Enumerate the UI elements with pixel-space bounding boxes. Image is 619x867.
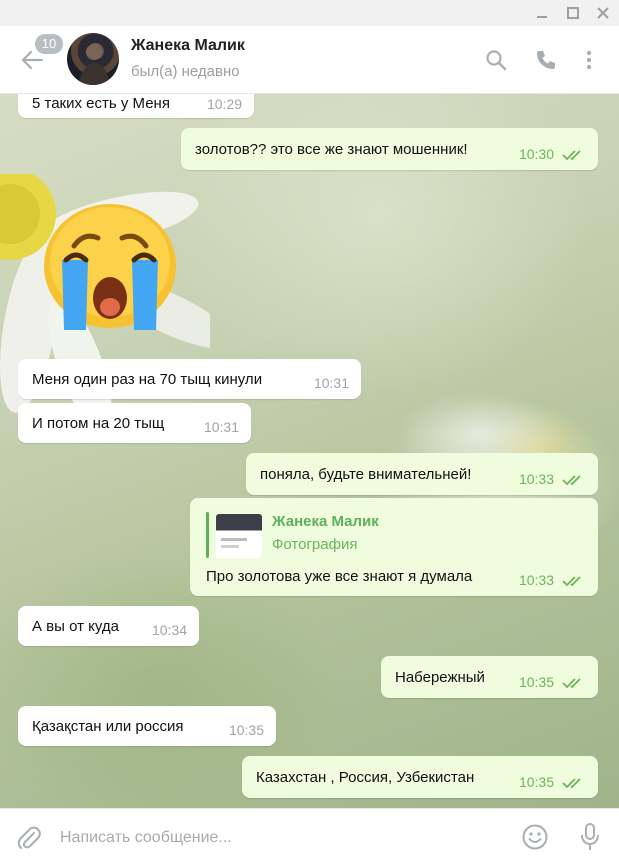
message-input[interactable]	[58, 819, 502, 857]
reply-author-name: Жанека Малик	[272, 513, 379, 530]
message-incoming[interactable]: 5 таких есть у Меня 10:29	[18, 94, 254, 118]
message-time: 10:29	[206, 96, 242, 112]
message-outgoing-reply[interactable]: Жанека Малик Фотография Про золотова уже…	[190, 498, 598, 596]
message-time: 10:35	[228, 722, 264, 738]
maximize-icon[interactable]	[562, 3, 584, 23]
double-check-read-icon	[562, 150, 581, 161]
message-incoming[interactable]: А вы от куда 10:34	[18, 606, 199, 646]
message-text: Про золотова уже все знают я думала	[206, 568, 473, 585]
window-title-bar	[0, 0, 619, 27]
chat-header: 10 Жанека Малик был(а) недавно	[0, 26, 619, 94]
reply-subtitle: Фотография	[272, 536, 358, 553]
attach-icon[interactable]	[16, 825, 42, 851]
close-icon[interactable]	[592, 3, 614, 23]
contact-status: был(а) недавно	[131, 63, 240, 80]
message-outgoing[interactable]: поняла, будьте внимательней! 10:33	[246, 453, 598, 495]
contact-name[interactable]: Жанека Малик	[131, 37, 245, 55]
double-check-read-icon	[562, 678, 581, 689]
message-text: Қазақстан или россия	[32, 717, 184, 735]
message-outgoing[interactable]: золотов?? это все же знают мошенник! 10:…	[181, 128, 598, 170]
emoji-icon[interactable]	[521, 823, 549, 851]
message-outgoing[interactable]: Набережный 10:35	[381, 656, 598, 698]
message-composer	[0, 808, 619, 867]
double-check-read-icon	[562, 778, 581, 789]
phone-icon[interactable]	[534, 48, 558, 72]
unread-count-badge: 10	[35, 34, 63, 54]
message-text: поняла, будьте внимательней!	[260, 465, 472, 483]
message-time: 10:35	[518, 674, 554, 690]
message-time: 10:34	[151, 622, 187, 638]
message-text: Набережный	[395, 668, 485, 686]
message-time: 10:33	[518, 471, 554, 487]
message-text: золотов?? это все же знают мошенник!	[195, 140, 468, 158]
message-text: Казахстан , Россия, Узбекистан	[256, 768, 475, 786]
message-incoming[interactable]: Меня один раз на 70 тыщ кинули 10:31	[18, 359, 361, 399]
message-time: 10:31	[203, 419, 239, 435]
message-time: 10:33	[518, 572, 554, 588]
reply-photo-thumbnail	[216, 514, 262, 558]
crying-face-sticker[interactable]	[40, 202, 180, 332]
microphone-icon[interactable]	[578, 822, 602, 852]
message-text: Меня один раз на 70 тыщ кинули	[32, 370, 263, 388]
message-text: 5 таких есть у Меня	[32, 94, 170, 112]
double-check-read-icon	[562, 576, 581, 587]
search-icon[interactable]	[484, 48, 508, 72]
reply-quote-bar	[206, 512, 209, 558]
message-time: 10:31	[313, 375, 349, 391]
avatar[interactable]	[67, 33, 119, 85]
chat-messages-area[interactable]: 5 таких есть у Меня 10:29 золотов?? это …	[0, 94, 619, 808]
minimize-icon[interactable]	[531, 3, 553, 23]
message-time: 10:35	[518, 774, 554, 790]
message-text: И потом на 20 тыщ	[32, 414, 165, 432]
message-text: А вы от куда	[32, 617, 119, 635]
message-outgoing[interactable]: Казахстан , Россия, Узбекистан 10:35	[242, 756, 598, 798]
double-check-read-icon	[562, 475, 581, 486]
message-incoming[interactable]: Қазақстан или россия 10:35	[18, 706, 276, 746]
message-time: 10:30	[518, 146, 554, 162]
more-vertical-icon[interactable]	[577, 48, 601, 72]
message-incoming[interactable]: И потом на 20 тыщ 10:31	[18, 403, 251, 443]
